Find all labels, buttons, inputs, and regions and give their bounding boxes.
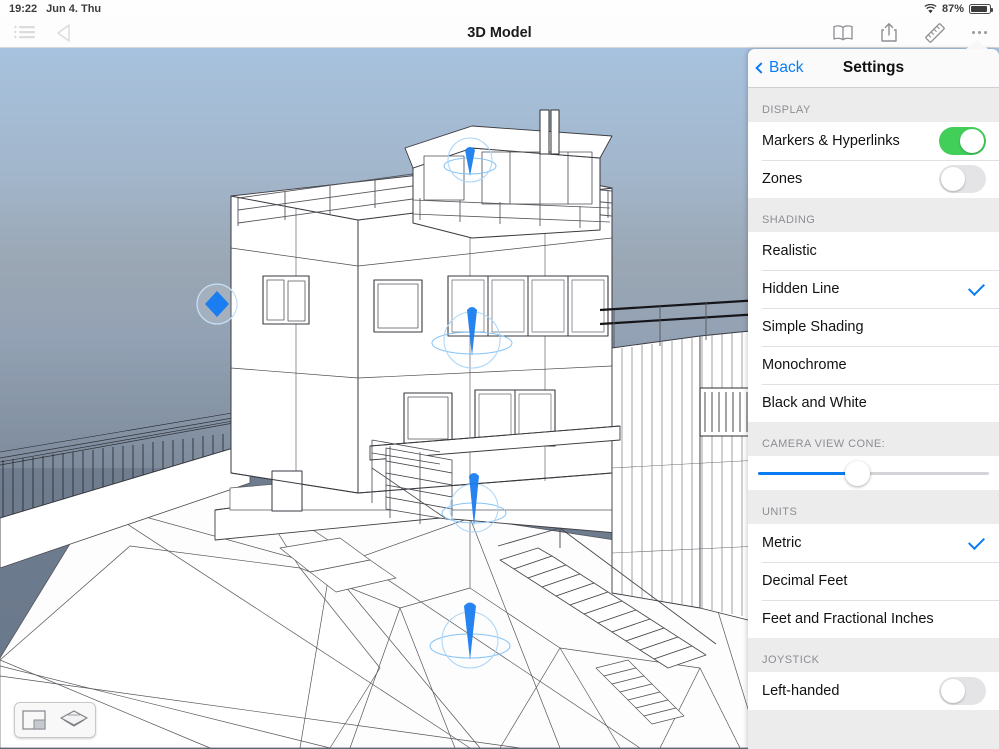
- settings-row[interactable]: Realistic: [748, 232, 999, 270]
- section-header: CAMERA VIEW CONE:: [748, 422, 999, 456]
- settings-row-label: Hidden Line: [762, 281, 840, 297]
- view-mode-toggle[interactable]: [14, 702, 96, 738]
- settings-row[interactable]: Feet and Fractional Inches: [748, 600, 999, 638]
- toggle-knob: [941, 679, 965, 703]
- settings-row-label: Left-handed: [762, 683, 840, 699]
- settings-row[interactable]: Left-handed: [748, 672, 999, 710]
- toggle-knob: [941, 167, 965, 191]
- blue-diamond-marker: [196, 283, 238, 325]
- settings-row-label: Simple Shading: [762, 319, 864, 335]
- settings-popover: Back Settings DISPLAY Markers & Hyperlink…: [748, 49, 999, 749]
- slider-fill: [758, 471, 858, 475]
- 2d-layout-icon[interactable]: [21, 710, 46, 730]
- settings-group: Markers & Hyperlinks Zones: [748, 122, 999, 198]
- toggle-switch[interactable]: [939, 127, 986, 155]
- more-dots-icon[interactable]: [971, 30, 987, 35]
- settings-row-label: Realistic: [762, 243, 817, 259]
- share-icon[interactable]: [880, 22, 898, 43]
- camera-view-cone-slider-row[interactable]: [748, 456, 999, 490]
- slider-knob[interactable]: [845, 460, 871, 486]
- toggle-switch[interactable]: [939, 165, 986, 193]
- wifi-icon: [924, 3, 937, 14]
- ruler-icon[interactable]: [924, 22, 946, 44]
- section-header: UNITS: [748, 490, 999, 524]
- settings-group: Metric Decimal Feet Feet and Fractional In…: [748, 524, 999, 638]
- camera-view-cone-slider[interactable]: [758, 460, 989, 486]
- back-button[interactable]: Back: [748, 59, 803, 77]
- status-bar: 19:22 Jun 4. Thu 87%: [0, 0, 999, 18]
- section-header: SHADING: [748, 198, 999, 232]
- settings-header: Back Settings: [748, 49, 999, 88]
- settings-row-label: Black and White: [762, 395, 867, 411]
- toolbar-left-group: [0, 23, 72, 42]
- status-bar-left: 19:22 Jun 4. Thu: [0, 3, 101, 15]
- toolbar-right-group: [832, 22, 987, 44]
- settings-group: Left-handed: [748, 672, 999, 710]
- settings-row[interactable]: Decimal Feet: [748, 562, 999, 600]
- back-triangle-icon[interactable]: [56, 23, 72, 42]
- status-time: 19:22: [9, 3, 38, 15]
- popover-arrow: [966, 40, 988, 49]
- app-root: 19:22 Jun 4. Thu 87% 3D Model Back Setti…: [0, 0, 999, 749]
- settings-row-label: Decimal Feet: [762, 573, 848, 589]
- settings-row[interactable]: Monochrome: [748, 346, 999, 384]
- checkmark-icon: [968, 278, 985, 296]
- settings-row-label: Monochrome: [762, 357, 847, 373]
- settings-group: Realistic Hidden Line Simple Shading Monoch…: [748, 232, 999, 422]
- settings-row[interactable]: Metric: [748, 524, 999, 562]
- settings-row[interactable]: Black and White: [748, 384, 999, 422]
- toggle-switch[interactable]: [939, 677, 986, 705]
- list-menu-icon[interactable]: [14, 25, 36, 41]
- settings-sections: DISPLAY Markers & Hyperlinks Zones SHADING R…: [748, 88, 999, 710]
- section-header: JOYSTICK: [748, 638, 999, 672]
- status-date: Jun 4. Thu: [46, 3, 102, 15]
- settings-row-label: Feet and Fractional Inches: [762, 611, 934, 627]
- settings-row[interactable]: Markers & Hyperlinks: [748, 122, 999, 160]
- status-bar-right: 87%: [924, 3, 993, 15]
- back-button-label: Back: [769, 59, 804, 76]
- settings-row[interactable]: Zones: [748, 160, 999, 198]
- settings-row-label: Markers & Hyperlinks: [762, 133, 900, 149]
- section-header: DISPLAY: [748, 88, 999, 122]
- settings-row-label: Metric: [762, 535, 802, 551]
- toggle-knob: [960, 129, 984, 153]
- app-toolbar: 3D Model: [0, 18, 999, 48]
- settings-row-label: Zones: [762, 171, 803, 187]
- settings-row[interactable]: Simple Shading: [748, 308, 999, 346]
- chevron-left-icon: [755, 62, 767, 74]
- settings-row[interactable]: Hidden Line: [748, 270, 999, 308]
- checkmark-icon: [968, 532, 985, 550]
- book-icon[interactable]: [832, 24, 854, 42]
- battery-icon: [969, 4, 993, 14]
- 3d-model-icon[interactable]: [59, 709, 89, 731]
- battery-percent: 87%: [941, 3, 964, 15]
